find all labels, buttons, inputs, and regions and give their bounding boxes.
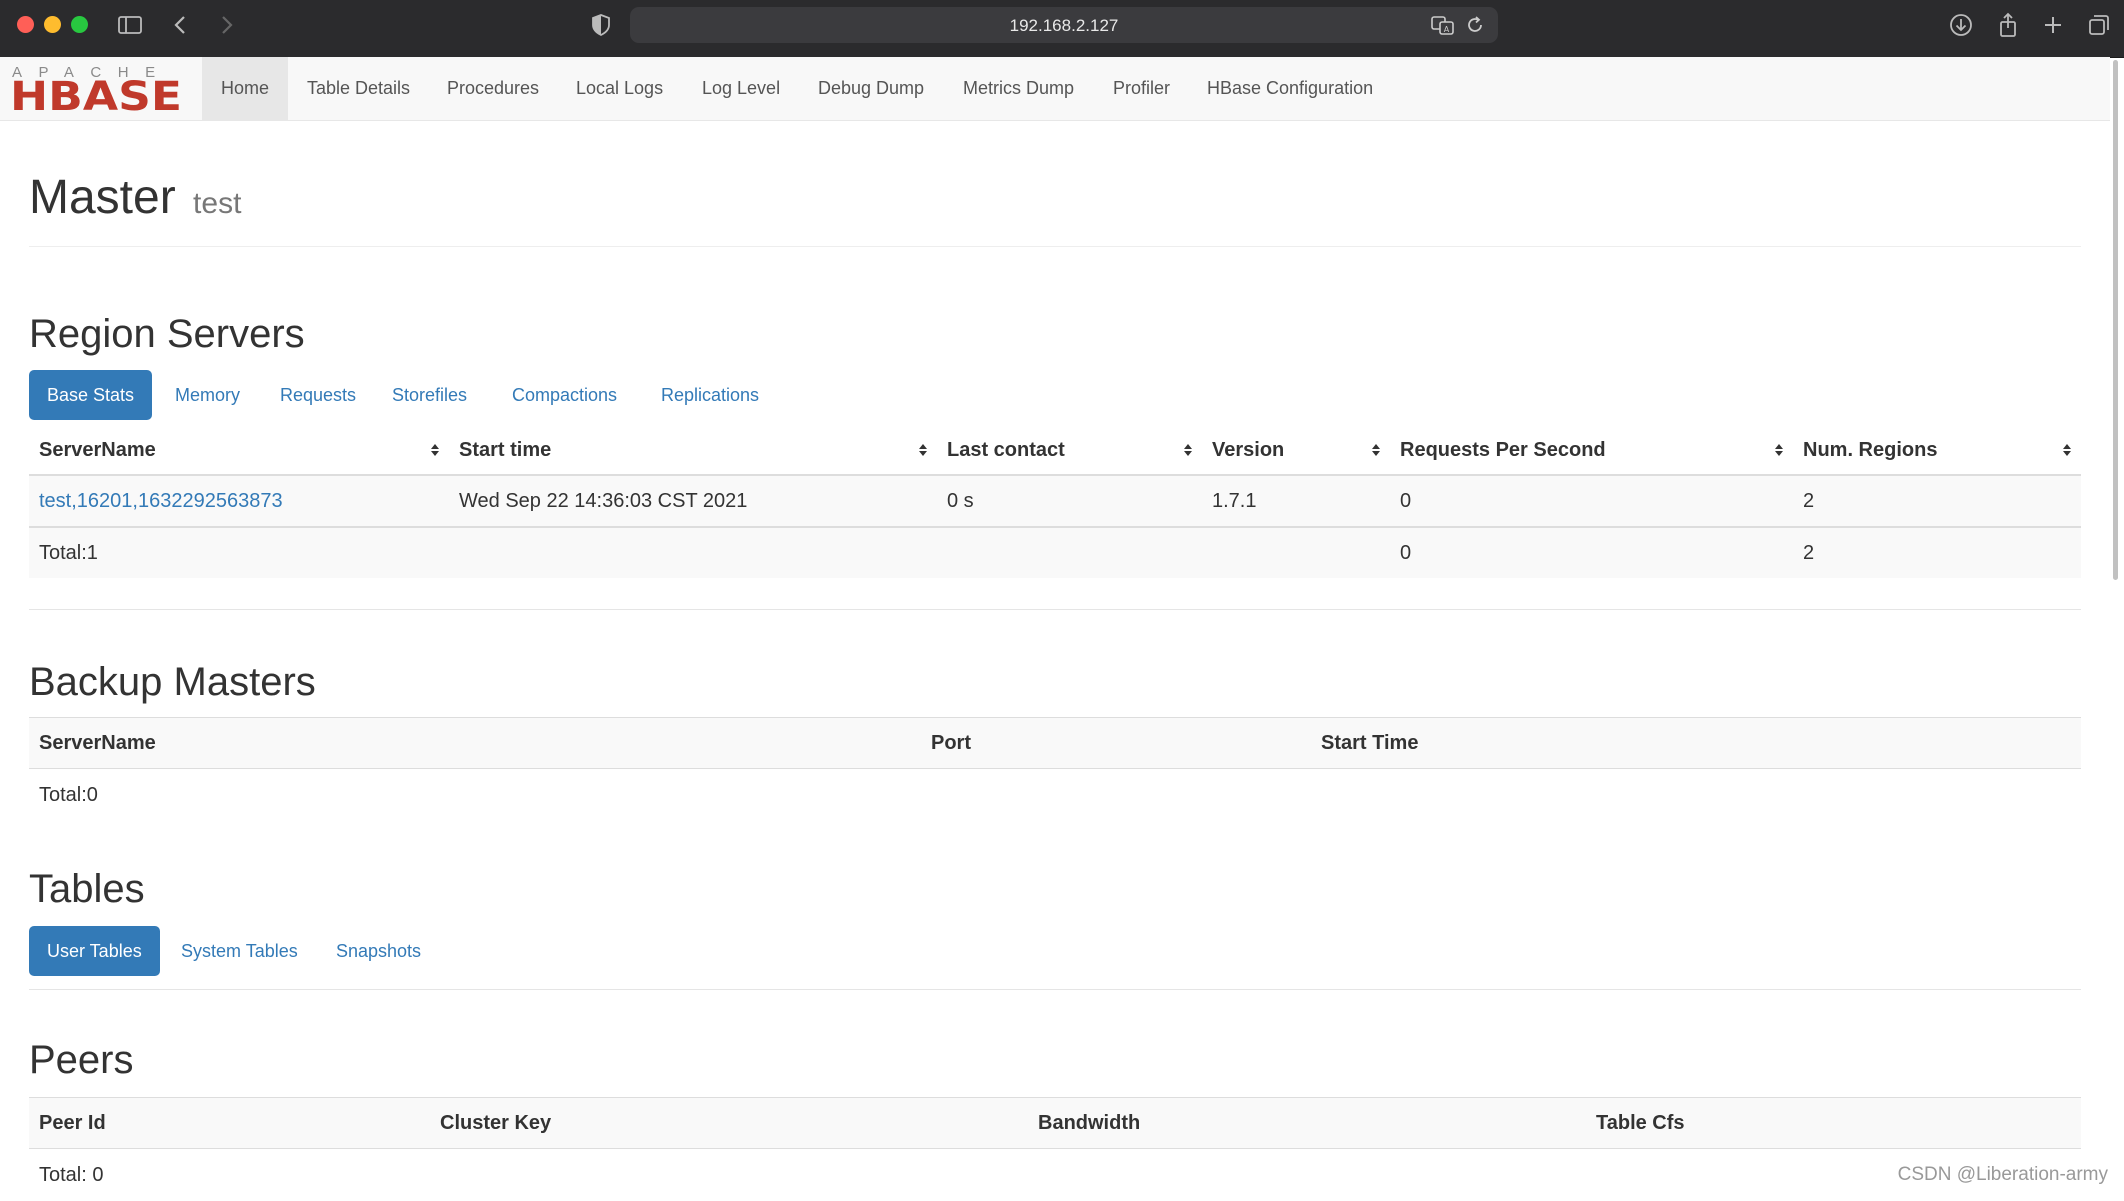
sort-icon[interactable] — [918, 442, 928, 458]
svg-text:A: A — [1444, 25, 1450, 34]
sort-icon[interactable] — [430, 442, 440, 458]
sort-icon[interactable] — [1371, 442, 1381, 458]
close-window-button[interactable] — [17, 16, 34, 33]
table-row: test,16201,1632292563873 Wed Sep 22 14:3… — [29, 475, 2081, 527]
page-title-text: Master — [29, 171, 176, 224]
cell-num-regions: 2 — [1793, 475, 2081, 527]
cell-start-time: Wed Sep 22 14:36:03 CST 2021 — [449, 475, 937, 527]
nav-item-procedures[interactable]: Procedures — [428, 57, 558, 120]
total-num-regions: 2 — [1793, 527, 2081, 578]
zoom-window-button[interactable] — [71, 16, 88, 33]
server-name-link[interactable]: test,16201,1632292563873 — [29, 475, 449, 527]
tab-memory[interactable]: Memory — [157, 370, 258, 420]
cell-last-contact: 0 s — [937, 475, 1202, 527]
tab-base-stats[interactable]: Base Stats — [29, 370, 152, 420]
total-label: Total: 0 — [29, 1149, 430, 1201]
table-header-row: ServerName Start time Last contact Versi… — [29, 426, 2081, 475]
region-servers-heading: Region Servers — [29, 312, 305, 357]
tables-heading: Tables — [29, 867, 145, 912]
column-header-num-regions[interactable]: Num. Regions — [1793, 426, 2081, 475]
sidebar-toggle-icon[interactable] — [115, 10, 145, 40]
nav-item-log-level[interactable]: Log Level — [683, 57, 799, 120]
top-navbar: APACHE HBASE Home Table Details Procedur… — [0, 57, 2110, 121]
forward-arrow-icon[interactable] — [211, 10, 241, 40]
tab-snapshots[interactable]: Snapshots — [318, 926, 439, 976]
column-header-requests-per-second[interactable]: Requests Per Second — [1390, 426, 1793, 475]
tab-replications[interactable]: Replications — [643, 370, 777, 420]
column-header-cluster-key: Cluster Key — [430, 1098, 1028, 1149]
nav-item-local-logs[interactable]: Local Logs — [557, 57, 682, 120]
new-tab-icon[interactable] — [2038, 10, 2068, 40]
region-servers-table: ServerName Start time Last contact Versi… — [29, 426, 2081, 578]
column-header-bandwidth: Bandwidth — [1028, 1098, 1586, 1149]
nav-item-profiler[interactable]: Profiler — [1094, 57, 1189, 120]
page-header: Master test — [29, 170, 2081, 247]
downloads-icon[interactable] — [1946, 10, 1976, 40]
tab-storefiles[interactable]: Storefiles — [374, 370, 485, 420]
nav-item-metrics-dump[interactable]: Metrics Dump — [944, 57, 1093, 120]
back-arrow-icon[interactable] — [166, 10, 196, 40]
peers-table: Peer Id Cluster Key Bandwidth Table Cfs … — [29, 1097, 2081, 1201]
nav-item-table-details[interactable]: Table Details — [288, 57, 429, 120]
table-total-row: Total:1 0 2 — [29, 527, 2081, 578]
address-bar[interactable]: 192.168.2.127 A — [630, 7, 1498, 43]
cell-version: 1.7.1 — [1202, 475, 1390, 527]
column-header-peer-id: Peer Id — [29, 1098, 430, 1149]
tab-overview-icon[interactable] — [2084, 10, 2114, 40]
table-header-row: Peer Id Cluster Key Bandwidth Table Cfs — [29, 1098, 2081, 1149]
translate-icon[interactable]: A — [1430, 13, 1456, 37]
peers-heading: Peers — [29, 1038, 134, 1083]
reload-icon[interactable] — [1464, 14, 1486, 36]
column-header-start-time[interactable]: Start time — [449, 426, 937, 475]
total-label: Total:0 — [29, 769, 921, 822]
column-header-version[interactable]: Version — [1202, 426, 1390, 475]
nav-item-home[interactable]: Home — [202, 57, 288, 120]
backup-masters-heading: Backup Masters — [29, 660, 316, 705]
nav-item-hbase-configuration[interactable]: HBase Configuration — [1188, 57, 1392, 120]
tab-user-tables[interactable]: User Tables — [29, 926, 160, 976]
cell-requests-per-second: 0 — [1390, 475, 1793, 527]
tab-compactions[interactable]: Compactions — [494, 370, 635, 420]
column-header-port: Port — [921, 718, 1311, 769]
tab-requests[interactable]: Requests — [262, 370, 374, 420]
table-total-row: Total:0 — [29, 769, 2081, 822]
apache-hbase-logo[interactable]: APACHE HBASE — [10, 63, 185, 113]
logo-text-bottom: HBASE — [10, 74, 182, 113]
sort-icon[interactable] — [2062, 442, 2072, 458]
column-header-last-contact[interactable]: Last contact — [937, 426, 1202, 475]
column-header-servername[interactable]: ServerName — [29, 426, 449, 475]
table-total-row: Total: 0 — [29, 1149, 2081, 1201]
column-header-start-time: Start Time — [1311, 718, 2081, 769]
url-text: 192.168.2.127 — [630, 16, 1498, 36]
share-icon[interactable] — [1993, 10, 2023, 40]
page-scrollbar[interactable] — [2113, 60, 2118, 580]
total-label: Total:1 — [29, 527, 449, 578]
column-header-table-cfs: Table Cfs — [1586, 1098, 2081, 1149]
sort-icon[interactable] — [1183, 442, 1193, 458]
tab-system-tables[interactable]: System Tables — [163, 926, 316, 976]
sort-icon[interactable] — [1774, 442, 1784, 458]
watermark: CSDN @Liberation-army — [1898, 1164, 2108, 1186]
browser-toolbar: 192.168.2.127 A — [0, 0, 2124, 58]
backup-masters-table: ServerName Port Start Time Total:0 — [29, 717, 2081, 821]
nav-item-debug-dump[interactable]: Debug Dump — [799, 57, 943, 120]
total-requests-per-second: 0 — [1390, 527, 1793, 578]
privacy-shield-icon[interactable] — [586, 10, 616, 40]
section-divider — [29, 609, 2081, 610]
page-title: Master test — [29, 170, 241, 225]
tables-divider — [29, 989, 2081, 990]
table-header-row: ServerName Port Start Time — [29, 718, 2081, 769]
minimize-window-button[interactable] — [44, 16, 61, 33]
column-header-servername: ServerName — [29, 718, 921, 769]
page-subtitle: test — [193, 187, 241, 220]
